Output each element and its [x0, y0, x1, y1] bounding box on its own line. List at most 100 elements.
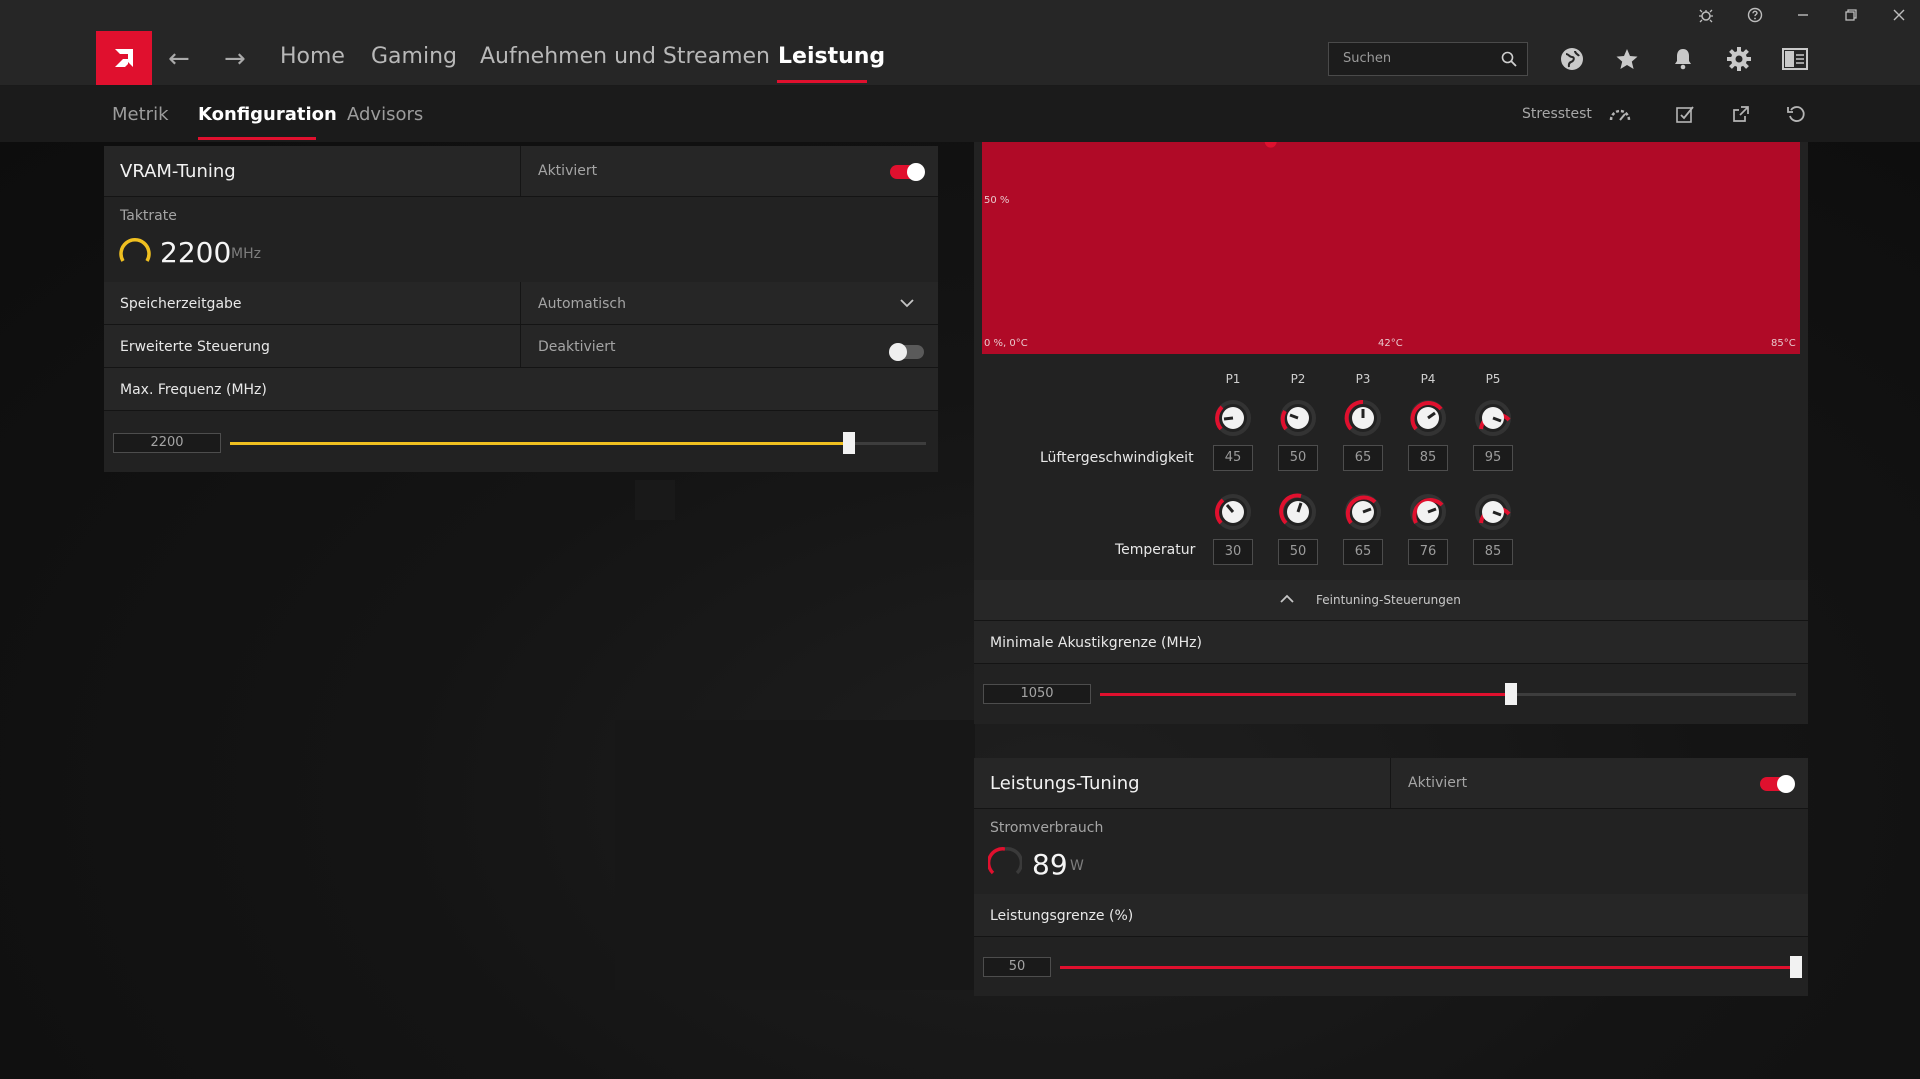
vram-toggle[interactable] [890, 163, 925, 181]
subtab-advisors[interactable]: Advisors [347, 104, 423, 125]
power-limit-slider-fill [1060, 966, 1796, 969]
min-acoustic-slider-fill [1100, 693, 1511, 696]
chart-x-label-mid: 42°C [1378, 338, 1403, 349]
temperature-value-p1[interactable]: 30 [1213, 539, 1253, 565]
title-bar [0, 0, 1920, 30]
fan-curve-area [982, 142, 1800, 354]
fan-curve-chart[interactable] [982, 142, 1800, 354]
point-label-p4: P4 [1420, 372, 1436, 386]
subtab-metrics[interactable]: Metrik [112, 104, 169, 125]
power-limit-input[interactable]: 50 [983, 957, 1051, 977]
restore-icon[interactable] [1831, 0, 1871, 30]
fan-speed-dial-p5[interactable] [1473, 398, 1513, 438]
clock-unit: MHz [231, 246, 261, 262]
temperature-dial-p3[interactable] [1343, 492, 1383, 532]
subtab-configuration[interactable]: Konfiguration [198, 104, 337, 125]
power-consumption-label: Stromverbrauch [990, 820, 1104, 836]
minimize-icon[interactable] [1783, 0, 1823, 30]
chart-y-label-50: 50 % [984, 195, 1010, 206]
temperature-value-p3[interactable]: 65 [1343, 539, 1383, 565]
chart-x-label-origin: 0 %, 0°C [984, 338, 1028, 349]
fan-speed-value-p5[interactable]: 95 [1473, 445, 1513, 471]
fan-speed-dial-p4[interactable] [1408, 398, 1448, 438]
star-icon[interactable] [1612, 44, 1642, 74]
stresstest-gauge-icon[interactable] [1608, 102, 1632, 126]
memory-timing-dropdown[interactable]: Automatisch [538, 296, 626, 312]
temperature-value-p2[interactable]: 50 [1278, 539, 1318, 565]
vram-tuning-panel: VRAM-Tuning Aktiviert Taktrate 2200 MHz … [104, 146, 938, 472]
amd-logo[interactable] [96, 31, 152, 85]
fan-speed-dial-p3[interactable] [1343, 398, 1383, 438]
nav-tab-home[interactable]: Home [280, 44, 345, 69]
vram-title: VRAM-Tuning [120, 161, 236, 182]
power-limit-slider-thumb[interactable] [1790, 956, 1802, 978]
fan-speed-dial-p1[interactable] [1213, 398, 1253, 438]
point-label-p3: P3 [1355, 372, 1371, 386]
fan-speed-dial-p2[interactable] [1278, 398, 1318, 438]
min-acoustic-input[interactable]: 1050 [983, 684, 1091, 704]
clock-gauge-icon [119, 238, 151, 262]
temperature-value-p5[interactable]: 85 [1473, 539, 1513, 565]
temperature-dial-p2[interactable] [1278, 492, 1318, 532]
search-placeholder: Suchen [1343, 51, 1392, 66]
help-icon[interactable] [1735, 0, 1775, 30]
advanced-control-status: Deaktiviert [538, 339, 616, 355]
bug-report-icon[interactable] [1686, 0, 1726, 30]
gear-icon[interactable] [1724, 44, 1754, 74]
sidebar-panel-icon[interactable] [1780, 44, 1810, 74]
point-label-p1: P1 [1225, 372, 1241, 386]
bell-icon[interactable] [1668, 44, 1698, 74]
nav-tab-gaming[interactable]: Gaming [371, 44, 457, 69]
max-frequency-slider-thumb[interactable] [843, 432, 855, 454]
power-consumption-unit: W [1070, 858, 1084, 874]
finetune-label[interactable]: Feintuning-Steuerungen [1316, 593, 1461, 607]
subtab-active-indicator [198, 137, 316, 140]
chevron-down-icon[interactable] [900, 298, 914, 308]
power-status: Aktiviert [1408, 775, 1468, 791]
background-game-tile [615, 720, 975, 990]
fan-speed-value-p1[interactable]: 45 [1213, 445, 1253, 471]
clock-label: Taktrate [120, 208, 177, 224]
power-tuning-panel: Leistungs-Tuning Aktiviert Stromverbrauc… [974, 758, 1808, 996]
temperature-dial-p1[interactable] [1213, 492, 1253, 532]
apply-changes-icon[interactable] [1673, 102, 1697, 126]
export-icon[interactable] [1729, 102, 1753, 126]
power-toggle[interactable] [1760, 775, 1795, 793]
close-icon[interactable] [1879, 0, 1919, 30]
temperature-label: Temperatur [1115, 542, 1196, 558]
forward-arrow-icon[interactable]: → [224, 44, 246, 74]
stresstest-label[interactable]: Stresstest [1522, 106, 1592, 122]
divider [520, 146, 521, 196]
point-label-p2: P2 [1290, 372, 1306, 386]
temperature-value-p4[interactable]: 76 [1408, 539, 1448, 565]
min-acoustic-slider-thumb[interactable] [1505, 683, 1517, 705]
vram-status: Aktiviert [538, 163, 598, 179]
chart-x-label-max: 85°C [1771, 338, 1796, 349]
nav-tab-recording[interactable]: Aufnehmen und Streamen [480, 44, 770, 69]
advanced-control-toggle[interactable] [889, 343, 924, 361]
divider [1390, 758, 1391, 808]
max-frequency-input[interactable]: 2200 [113, 433, 221, 453]
search-input[interactable]: Suchen [1328, 42, 1528, 76]
search-icon[interactable] [1501, 51, 1517, 67]
advanced-control-label: Erweiterte Steuerung [120, 339, 270, 355]
fan-speed-value-p3[interactable]: 65 [1343, 445, 1383, 471]
fan-tuning-panel: 50 % 0 %, 0°C 42°C 85°C P1 P2 P3 P4 P5 L… [974, 142, 1808, 724]
chevron-up-icon[interactable] [1280, 594, 1294, 604]
nav-tab-performance[interactable]: Leistung [778, 44, 885, 69]
power-consumption-value: 89 [1032, 848, 1068, 881]
point-label-p5: P5 [1485, 372, 1501, 386]
fan-speed-value-p2[interactable]: 50 [1278, 445, 1318, 471]
nav-active-indicator [777, 80, 867, 83]
max-frequency-slider-fill [230, 442, 849, 445]
clock-value: 2200 [160, 236, 232, 269]
divider [520, 325, 521, 367]
temperature-dial-p5[interactable] [1473, 492, 1513, 532]
power-gauge-icon [988, 847, 1022, 875]
fan-speed-value-p4[interactable]: 85 [1408, 445, 1448, 471]
reset-icon[interactable] [1784, 102, 1808, 126]
max-frequency-label: Max. Frequenz (MHz) [120, 382, 267, 398]
globe-icon[interactable] [1557, 44, 1587, 74]
back-arrow-icon[interactable]: ← [168, 44, 190, 74]
temperature-dial-p4[interactable] [1408, 492, 1448, 532]
